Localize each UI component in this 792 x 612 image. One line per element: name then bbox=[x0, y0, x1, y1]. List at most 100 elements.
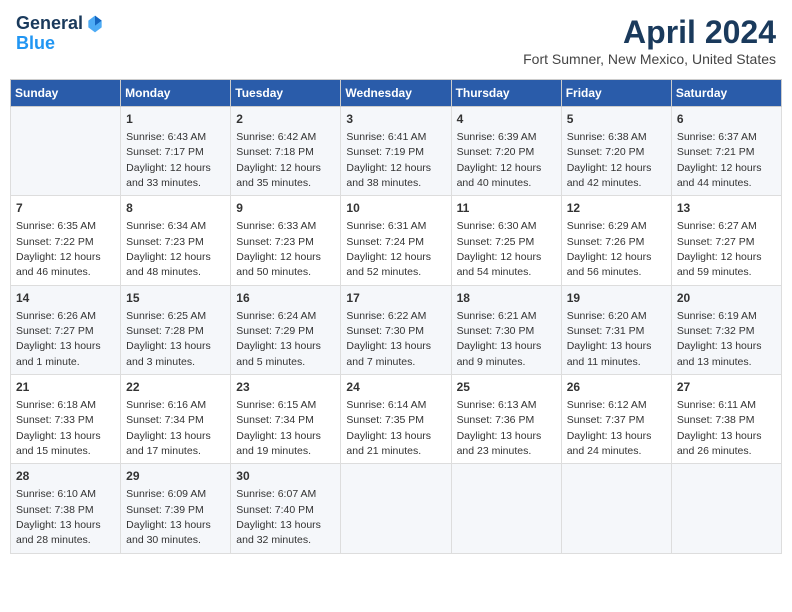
day-info: Sunrise: 6:16 AM Sunset: 7:34 PM Dayligh… bbox=[126, 399, 211, 457]
day-number: 15 bbox=[126, 290, 225, 307]
day-number: 7 bbox=[16, 200, 115, 217]
col-header-tuesday: Tuesday bbox=[231, 80, 341, 107]
day-info: Sunrise: 6:26 AM Sunset: 7:27 PM Dayligh… bbox=[16, 310, 101, 368]
day-info: Sunrise: 6:14 AM Sunset: 7:35 PM Dayligh… bbox=[346, 399, 431, 457]
calendar-cell: 29 Sunrise: 6:09 AM Sunset: 7:39 PM Dayli… bbox=[121, 464, 231, 553]
day-info: Sunrise: 6:24 AM Sunset: 7:29 PM Dayligh… bbox=[236, 310, 321, 368]
location: Fort Sumner, New Mexico, United States bbox=[523, 51, 776, 67]
day-info: Sunrise: 6:33 AM Sunset: 7:23 PM Dayligh… bbox=[236, 220, 321, 278]
day-info: Sunrise: 6:27 AM Sunset: 7:27 PM Dayligh… bbox=[677, 220, 762, 278]
day-info: Sunrise: 6:31 AM Sunset: 7:24 PM Dayligh… bbox=[346, 220, 431, 278]
day-info: Sunrise: 6:10 AM Sunset: 7:38 PM Dayligh… bbox=[16, 488, 101, 546]
week-row-3: 14 Sunrise: 6:26 AM Sunset: 7:27 PM Dayli… bbox=[11, 285, 782, 374]
calendar-cell: 8 Sunrise: 6:34 AM Sunset: 7:23 PM Daylig… bbox=[121, 196, 231, 285]
day-info: Sunrise: 6:09 AM Sunset: 7:39 PM Dayligh… bbox=[126, 488, 211, 546]
calendar-cell: 28 Sunrise: 6:10 AM Sunset: 7:38 PM Dayli… bbox=[11, 464, 121, 553]
day-number: 2 bbox=[236, 111, 335, 128]
day-number: 9 bbox=[236, 200, 335, 217]
logo-icon bbox=[85, 14, 105, 34]
day-number: 6 bbox=[677, 111, 776, 128]
day-info: Sunrise: 6:25 AM Sunset: 7:28 PM Dayligh… bbox=[126, 310, 211, 368]
calendar-cell: 3 Sunrise: 6:41 AM Sunset: 7:19 PM Daylig… bbox=[341, 107, 451, 196]
day-info: Sunrise: 6:29 AM Sunset: 7:26 PM Dayligh… bbox=[567, 220, 652, 278]
day-number: 5 bbox=[567, 111, 666, 128]
day-number: 26 bbox=[567, 379, 666, 396]
calendar-cell: 5Sunrise: 6:38 AM Sunset: 7:20 PM Daylig… bbox=[561, 107, 671, 196]
calendar-cell: 22 Sunrise: 6:16 AM Sunset: 7:34 PM Dayli… bbox=[121, 375, 231, 464]
calendar-cell: 12 Sunrise: 6:29 AM Sunset: 7:26 PM Dayli… bbox=[561, 196, 671, 285]
calendar-cell: 17Sunrise: 6:22 AM Sunset: 7:30 PM Dayli… bbox=[341, 285, 451, 374]
day-info: Sunrise: 6:19 AM Sunset: 7:32 PM Dayligh… bbox=[677, 310, 762, 368]
day-number: 8 bbox=[126, 200, 225, 217]
title-area: April 2024 Fort Sumner, New Mexico, Unit… bbox=[523, 14, 776, 67]
day-info: Sunrise: 6:34 AM Sunset: 7:23 PM Dayligh… bbox=[126, 220, 211, 278]
day-number: 20 bbox=[677, 290, 776, 307]
day-info: Sunrise: 6:37 AM Sunset: 7:21 PM Dayligh… bbox=[677, 131, 762, 189]
day-info: Sunrise: 6:30 AM Sunset: 7:25 PM Dayligh… bbox=[457, 220, 542, 278]
calendar-cell: 23 Sunrise: 6:15 AM Sunset: 7:34 PM Dayli… bbox=[231, 375, 341, 464]
day-number: 23 bbox=[236, 379, 335, 396]
day-info: Sunrise: 6:21 AM Sunset: 7:30 PM Dayligh… bbox=[457, 310, 542, 368]
calendar-cell: 4Sunrise: 6:39 AM Sunset: 7:20 PM Daylig… bbox=[451, 107, 561, 196]
day-info: Sunrise: 6:13 AM Sunset: 7:36 PM Dayligh… bbox=[457, 399, 542, 457]
calendar-cell bbox=[561, 464, 671, 553]
day-number: 28 bbox=[16, 468, 115, 485]
day-info: Sunrise: 6:18 AM Sunset: 7:33 PM Dayligh… bbox=[16, 399, 101, 457]
header-row: SundayMondayTuesdayWednesdayThursdayFrid… bbox=[11, 80, 782, 107]
day-info: Sunrise: 6:43 AM Sunset: 7:17 PM Dayligh… bbox=[126, 131, 211, 189]
calendar-cell: 2 Sunrise: 6:42 AM Sunset: 7:18 PM Daylig… bbox=[231, 107, 341, 196]
day-number: 30 bbox=[236, 468, 335, 485]
calendar-cell: 13 Sunrise: 6:27 AM Sunset: 7:27 PM Dayli… bbox=[671, 196, 781, 285]
day-info: Sunrise: 6:12 AM Sunset: 7:37 PM Dayligh… bbox=[567, 399, 652, 457]
col-header-thursday: Thursday bbox=[451, 80, 561, 107]
calendar-cell: 1Sunrise: 6:43 AM Sunset: 7:17 PM Daylig… bbox=[121, 107, 231, 196]
calendar-cell: 16 Sunrise: 6:24 AM Sunset: 7:29 PM Dayli… bbox=[231, 285, 341, 374]
month-title: April 2024 bbox=[523, 14, 776, 51]
day-number: 12 bbox=[567, 200, 666, 217]
day-number: 27 bbox=[677, 379, 776, 396]
day-number: 4 bbox=[457, 111, 556, 128]
calendar-cell: 30 Sunrise: 6:07 AM Sunset: 7:40 PM Dayli… bbox=[231, 464, 341, 553]
col-header-friday: Friday bbox=[561, 80, 671, 107]
calendar-table: SundayMondayTuesdayWednesdayThursdayFrid… bbox=[10, 79, 782, 554]
calendar-cell: 10 Sunrise: 6:31 AM Sunset: 7:24 PM Dayli… bbox=[341, 196, 451, 285]
col-header-saturday: Saturday bbox=[671, 80, 781, 107]
week-row-2: 7Sunrise: 6:35 AM Sunset: 7:22 PM Daylig… bbox=[11, 196, 782, 285]
day-number: 10 bbox=[346, 200, 445, 217]
day-number: 14 bbox=[16, 290, 115, 307]
week-row-1: 1Sunrise: 6:43 AM Sunset: 7:17 PM Daylig… bbox=[11, 107, 782, 196]
day-info: Sunrise: 6:20 AM Sunset: 7:31 PM Dayligh… bbox=[567, 310, 652, 368]
col-header-monday: Monday bbox=[121, 80, 231, 107]
day-info: Sunrise: 6:22 AM Sunset: 7:30 PM Dayligh… bbox=[346, 310, 431, 368]
week-row-4: 21 Sunrise: 6:18 AM Sunset: 7:33 PM Dayli… bbox=[11, 375, 782, 464]
logo-blue: Blue bbox=[16, 34, 105, 54]
day-info: Sunrise: 6:07 AM Sunset: 7:40 PM Dayligh… bbox=[236, 488, 321, 546]
col-header-wednesday: Wednesday bbox=[341, 80, 451, 107]
day-number: 11 bbox=[457, 200, 556, 217]
calendar-cell: 6 Sunrise: 6:37 AM Sunset: 7:21 PM Daylig… bbox=[671, 107, 781, 196]
day-info: Sunrise: 6:11 AM Sunset: 7:38 PM Dayligh… bbox=[677, 399, 762, 457]
calendar-cell bbox=[451, 464, 561, 553]
calendar-cell: 20 Sunrise: 6:19 AM Sunset: 7:32 PM Dayli… bbox=[671, 285, 781, 374]
day-info: Sunrise: 6:41 AM Sunset: 7:19 PM Dayligh… bbox=[346, 131, 431, 189]
calendar-cell: 19Sunrise: 6:20 AM Sunset: 7:31 PM Dayli… bbox=[561, 285, 671, 374]
day-number: 29 bbox=[126, 468, 225, 485]
day-number: 21 bbox=[16, 379, 115, 396]
calendar-cell: 14 Sunrise: 6:26 AM Sunset: 7:27 PM Dayli… bbox=[11, 285, 121, 374]
calendar-cell: 7Sunrise: 6:35 AM Sunset: 7:22 PM Daylig… bbox=[11, 196, 121, 285]
day-number: 16 bbox=[236, 290, 335, 307]
week-row-5: 28 Sunrise: 6:10 AM Sunset: 7:38 PM Dayli… bbox=[11, 464, 782, 553]
calendar-cell: 18 Sunrise: 6:21 AM Sunset: 7:30 PM Dayli… bbox=[451, 285, 561, 374]
calendar-cell: 11 Sunrise: 6:30 AM Sunset: 7:25 PM Dayli… bbox=[451, 196, 561, 285]
calendar-cell: 9 Sunrise: 6:33 AM Sunset: 7:23 PM Daylig… bbox=[231, 196, 341, 285]
day-number: 18 bbox=[457, 290, 556, 307]
day-info: Sunrise: 6:15 AM Sunset: 7:34 PM Dayligh… bbox=[236, 399, 321, 457]
calendar-cell: 21 Sunrise: 6:18 AM Sunset: 7:33 PM Dayli… bbox=[11, 375, 121, 464]
day-number: 13 bbox=[677, 200, 776, 217]
calendar-cell bbox=[341, 464, 451, 553]
day-number: 22 bbox=[126, 379, 225, 396]
day-number: 3 bbox=[346, 111, 445, 128]
day-info: Sunrise: 6:42 AM Sunset: 7:18 PM Dayligh… bbox=[236, 131, 321, 189]
day-number: 24 bbox=[346, 379, 445, 396]
calendar-cell bbox=[11, 107, 121, 196]
